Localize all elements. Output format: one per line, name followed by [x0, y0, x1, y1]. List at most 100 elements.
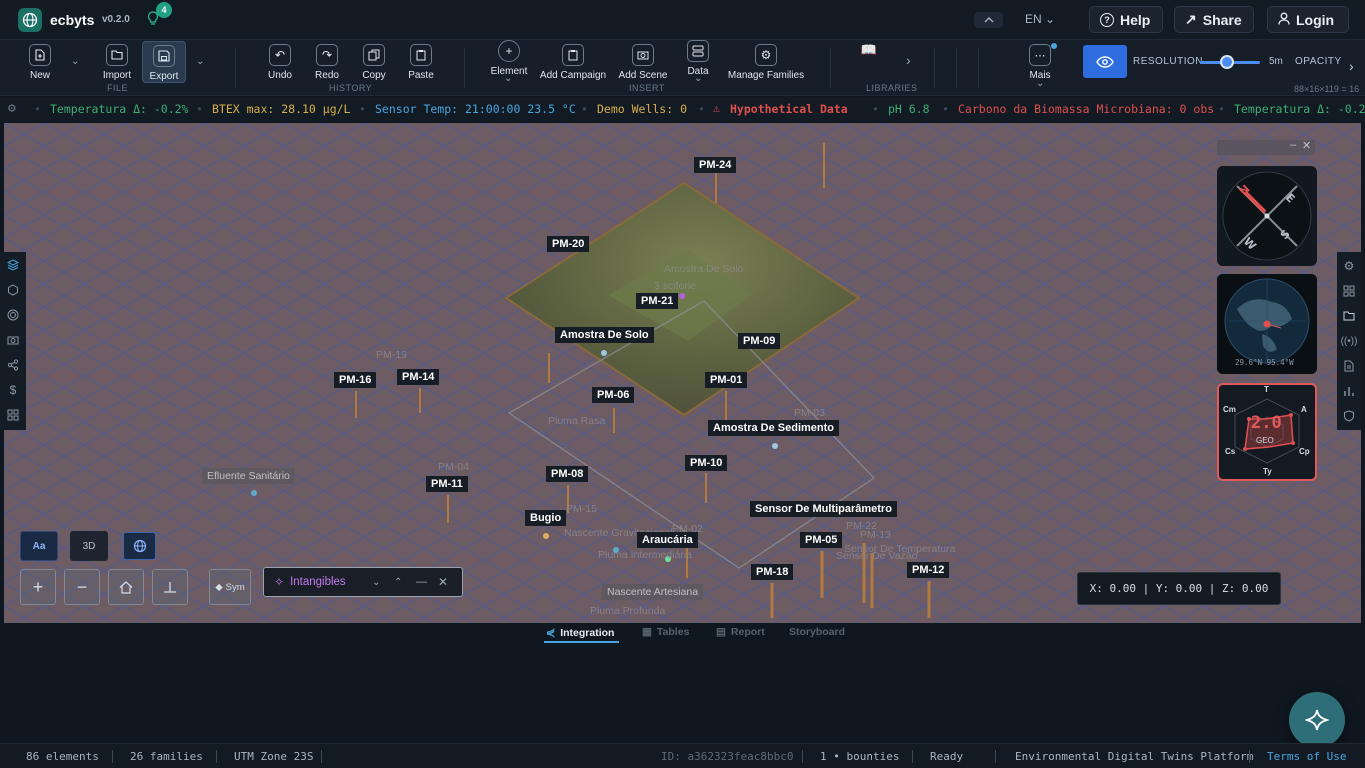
ticker-item: Temperatura Δ: -0.2% — [50, 102, 189, 116]
copy-button[interactable]: Copy — [360, 44, 388, 88]
radar-score-widget[interactable]: T A Cp Ty Cs Cm 2.0 GEO — [1217, 383, 1317, 481]
table-icon: ▦ — [642, 626, 652, 638]
well-label[interactable]: PM-11 — [426, 476, 468, 492]
expand-all-icon[interactable]: ⌃ — [394, 577, 402, 588]
ticker-settings-gear-icon[interactable]: ⚙ — [8, 101, 16, 116]
export-dropdown-chevron-icon[interactable]: ⌄ — [196, 56, 210, 67]
globe-logo-icon[interactable] — [18, 8, 42, 32]
zoom-in-button[interactable]: + — [20, 569, 56, 605]
ai-assistant-button[interactable] — [1289, 692, 1345, 748]
shield-icon[interactable] — [1342, 409, 1356, 423]
camera-icon[interactable] — [6, 333, 20, 347]
flora-label[interactable]: Araucária — [637, 532, 698, 548]
well-label[interactable]: PM-05 — [800, 532, 843, 548]
add-scene-button[interactable]: Add Scene — [617, 44, 669, 88]
element-dropdown-chevron-icon[interactable]: ⌄ — [504, 73, 518, 84]
well-label[interactable]: PM-16 — [334, 372, 377, 388]
grid-icon[interactable] — [1342, 284, 1356, 298]
home-view-button[interactable] — [108, 569, 144, 605]
well-label[interactable]: PM-01 — [705, 372, 748, 388]
network-icon[interactable] — [6, 358, 20, 372]
share-button[interactable]: ↗ Share — [1174, 6, 1254, 33]
tab-integration[interactable]: ⋞ Integration — [546, 626, 614, 640]
login-button[interactable]: Login — [1267, 6, 1349, 33]
globe-coordinates: 29.6°N 95.4°W — [1235, 358, 1294, 367]
new-button[interactable]: New — [26, 44, 54, 88]
target-icon[interactable] — [6, 308, 20, 322]
widget-close-icon[interactable]: ✕ — [1302, 139, 1311, 152]
faint-scene-label: PM-19 — [376, 349, 407, 361]
well-label[interactable]: PM-12 — [907, 562, 950, 578]
home-icon — [119, 580, 133, 594]
settings-gear-icon[interactable]: ⚙ — [1342, 259, 1356, 273]
ground-view-button[interactable] — [152, 569, 188, 605]
intangibles-panel[interactable]: ✧ Intangibles ⌄ ⌃ — ✕ — [263, 567, 463, 597]
spring-label[interactable]: Nascente Artesiana — [602, 584, 704, 600]
globe-mode-button[interactable] — [123, 532, 156, 560]
3d-mode-button[interactable]: 3D — [70, 531, 108, 561]
copy-button-label: Copy — [362, 70, 386, 81]
broadcast-icon[interactable]: ((•)) — [1341, 334, 1358, 348]
sample-label[interactable]: Amostra De Sedimento — [708, 420, 840, 436]
toolbar-scroll-right-icon[interactable]: › — [1349, 58, 1354, 74]
well-label[interactable]: PM-24 — [694, 157, 737, 173]
bar-chart-icon[interactable] — [1342, 384, 1356, 398]
export-button[interactable]: Export — [142, 41, 186, 83]
collapse-header-button[interactable] — [974, 12, 1003, 28]
coordinates-value: X: 0.00 | Y: 0.00 | Z: 0.00 — [1089, 582, 1269, 595]
data-dropdown-chevron-icon[interactable]: ⌄ — [694, 73, 708, 84]
library-book-button[interactable]: 📖 — [858, 42, 880, 86]
layers-icon[interactable] — [6, 258, 20, 272]
well-label[interactable]: PM-20 — [547, 236, 590, 252]
sparkle-icon — [1305, 709, 1329, 731]
paste-button[interactable]: Paste — [406, 44, 436, 88]
close-icon[interactable]: ✕ — [438, 575, 448, 589]
manage-families-label: Manage Families — [727, 70, 805, 81]
undo-button[interactable]: ↶ Undo — [266, 44, 294, 88]
well-label[interactable]: PM-09 — [738, 333, 781, 349]
help-button[interactable]: ? Help — [1089, 6, 1163, 33]
more-dropdown-chevron-icon[interactable]: ⌄ — [1036, 78, 1050, 89]
3d-viewport[interactable]: Amostra De Solo 3.sciforie PM-19 PM-03 P… — [4, 123, 1361, 623]
compass-widget[interactable]: N E S W — [1217, 166, 1317, 266]
new-dropdown-chevron-icon[interactable]: ⌄ — [71, 56, 85, 67]
tab-report[interactable]: ▤ Report — [716, 626, 765, 638]
zoom-out-button[interactable]: − — [64, 569, 100, 605]
manage-families-button[interactable]: ⚙ Manage Families — [726, 44, 806, 88]
collapse-all-icon[interactable]: ⌄ — [372, 577, 380, 588]
dollar-icon[interactable]: $ — [6, 383, 20, 397]
globe-minimap-widget[interactable]: 29.6°N 95.4°W — [1217, 274, 1317, 374]
fauna-label[interactable]: Bugio — [525, 510, 567, 526]
bounties-count[interactable]: 1 • bounties — [820, 750, 899, 763]
redo-button[interactable]: ↷ Redo — [313, 44, 341, 88]
ticker-item: Hypothetical Data — [730, 102, 848, 116]
well-label[interactable]: PM-21 — [636, 293, 679, 309]
symbols-button[interactable]: ◆ Sym — [209, 569, 251, 605]
document-icon[interactable] — [1342, 359, 1356, 373]
label-mode-button[interactable]: Aa — [20, 531, 58, 561]
sample-label[interactable]: Amostra De Solo — [555, 327, 654, 343]
widget-minimize-icon[interactable]: – — [1290, 139, 1296, 151]
ticker-item: Sensor Temp: 21:00:00 23.5 °C — [375, 102, 576, 116]
resolution-slider-handle[interactable] — [1220, 55, 1234, 69]
well-label[interactable]: PM-10 — [685, 455, 728, 471]
well-label[interactable]: PM-14 — [397, 369, 440, 385]
tab-tables[interactable]: ▦ Tables — [642, 626, 689, 638]
tab-storyboard[interactable]: Storyboard — [789, 626, 845, 638]
grid-icon[interactable] — [6, 408, 20, 422]
libraries-next-chevron-icon[interactable]: › — [906, 52, 911, 68]
effluent-label[interactable]: Efluente Sanitário — [202, 468, 295, 484]
folder-icon[interactable] — [1342, 309, 1356, 323]
hexagon-icon[interactable] — [6, 283, 20, 297]
visibility-toggle-button[interactable] — [1083, 45, 1127, 78]
toolbar-divider — [956, 48, 957, 88]
add-campaign-button[interactable]: Add Campaign — [538, 44, 608, 88]
well-label[interactable]: PM-18 — [751, 564, 794, 580]
minimize-icon[interactable]: — — [416, 576, 427, 588]
language-selector[interactable]: EN ⌄ — [1025, 12, 1055, 26]
terms-of-use-link[interactable]: Terms of Use — [1267, 750, 1346, 763]
import-button[interactable]: Import — [100, 44, 134, 88]
sensor-label[interactable]: Sensor De Multiparâmetro — [750, 501, 897, 517]
well-label[interactable]: PM-06 — [592, 387, 635, 403]
well-label[interactable]: PM-08 — [546, 466, 589, 482]
